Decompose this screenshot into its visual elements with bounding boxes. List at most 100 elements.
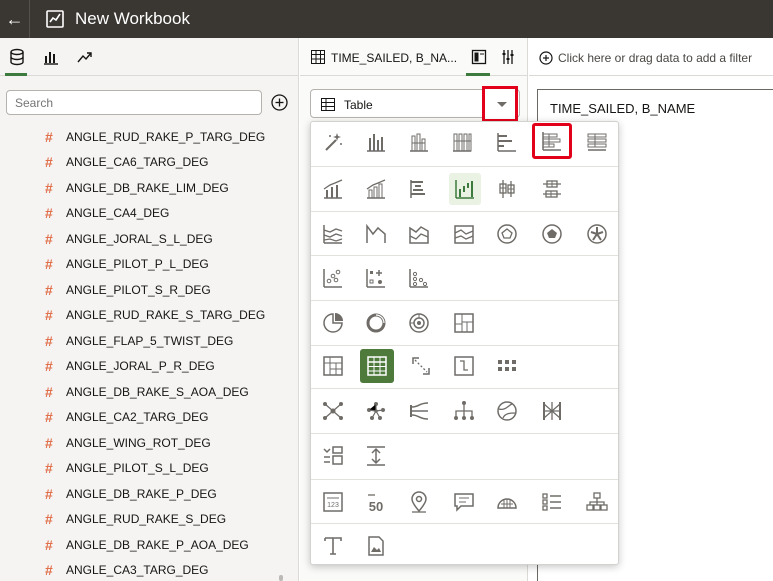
correlation-matrix-icon[interactable] <box>405 350 437 382</box>
viz-row-text-image <box>311 524 618 566</box>
range-icon[interactable] <box>360 440 392 472</box>
stacked-area-icon[interactable] <box>403 218 435 250</box>
waterfall-chart-icon[interactable] <box>449 173 481 205</box>
measure-hash-icon: # <box>45 562 53 579</box>
properties-sliders-icon[interactable] <box>500 49 516 65</box>
radar-bar-icon[interactable] <box>581 218 613 250</box>
field-label: ANGLE_JORAL_P_R_DEG <box>66 359 215 374</box>
text-box-chat-icon[interactable] <box>448 486 480 518</box>
measure-hash-icon: # <box>45 332 53 349</box>
parallel-sets-icon[interactable] <box>536 395 568 427</box>
field-item[interactable]: # ANGLE_DB_RAKE_LIM_DEG <box>0 175 290 201</box>
horizontal-stacked-100-bar-icon[interactable] <box>581 126 613 158</box>
filter-bar[interactable]: Click here or drag data to add a filter <box>529 38 773 76</box>
scatter-icon[interactable] <box>317 262 349 294</box>
image-icon[interactable] <box>360 530 392 562</box>
viz-type-dropdown-button[interactable] <box>482 86 518 122</box>
field-item[interactable]: # ANGLE_DB_RAKE_S_AOA_DEG <box>0 379 290 405</box>
measure-hash-icon: # <box>45 256 53 273</box>
text-icon[interactable] <box>317 530 349 562</box>
pie-chart-icon[interactable] <box>317 307 349 339</box>
tile-123-icon[interactable]: 123 <box>317 486 349 518</box>
top-bar: ← New Workbook <box>0 0 773 38</box>
sankey-icon[interactable] <box>403 395 435 427</box>
field-item[interactable]: # ANGLE_WING_ROT_DEG <box>0 430 290 456</box>
horizontal-bar-icon[interactable] <box>491 126 523 158</box>
stacked-bar-icon[interactable] <box>403 126 435 158</box>
field-item[interactable]: # ANGLE_RUD_RAKE_S_TARG_DEG <box>0 303 290 329</box>
field-list: # ANGLE_RUD_RAKE_P_TARG_DEG # ANGLE_CA6_TAR… <box>0 124 290 581</box>
list-view-icon[interactable] <box>317 440 349 472</box>
field-label: ANGLE_CA3_TARG_DEG <box>66 563 209 578</box>
field-label: ANGLE_RUD_RAKE_S_TARG_DEG <box>66 308 266 323</box>
treemap-icon[interactable] <box>448 307 480 339</box>
analytics-tab-icon[interactable] <box>76 48 94 66</box>
field-item[interactable]: # ANGLE_PILOT_S_R_DEG <box>0 277 290 303</box>
visualizations-tab-icon[interactable] <box>42 48 60 66</box>
grammar-properties-icon[interactable] <box>471 49 487 65</box>
field-label: ANGLE_PILOT_S_R_DEG <box>66 282 211 297</box>
search-input[interactable] <box>6 90 262 115</box>
measure-hash-icon: # <box>45 485 53 502</box>
gauge-grid-icon[interactable] <box>491 486 523 518</box>
sunburst-icon[interactable] <box>403 307 435 339</box>
network-icon[interactable] <box>317 395 349 427</box>
boxplot-icon[interactable] <box>491 173 523 205</box>
measure-hash-icon: # <box>45 179 53 196</box>
horizontal-stacked-bar-icon[interactable] <box>532 123 572 159</box>
field-item[interactable]: # ANGLE_DB_RAKE_P_AOA_DEG <box>0 532 290 558</box>
field-label: ANGLE_FLAP_5_TWIST_DEG <box>66 333 234 348</box>
chord-graph-icon[interactable] <box>360 395 392 427</box>
field-item[interactable]: # ANGLE_JORAL_S_L_DEG <box>0 226 290 252</box>
field-item[interactable]: # ANGLE_CA3_TARG_DEG <box>0 558 290 581</box>
map-pin-icon[interactable] <box>403 486 435 518</box>
field-label: ANGLE_DB_RAKE_P_AOA_DEG <box>66 537 249 552</box>
field-item[interactable]: # ANGLE_RUD_RAKE_S_DEG <box>0 507 290 533</box>
radar-area-icon[interactable] <box>536 218 568 250</box>
field-item[interactable]: # ANGLE_PILOT_S_L_DEG <box>0 456 290 482</box>
pivot-table-icon[interactable] <box>317 350 349 382</box>
combo-stacked-line-icon[interactable] <box>360 173 392 205</box>
field-item[interactable]: # ANGLE_RUD_RAKE_P_TARG_DEG <box>0 124 290 150</box>
measure-hash-icon: # <box>45 128 53 145</box>
svg-text:50: 50 <box>369 499 383 514</box>
radar-line-icon[interactable] <box>491 218 523 250</box>
hierarchy-tree-icon[interactable] <box>581 486 613 518</box>
horizontal-waterfall-icon[interactable] <box>403 173 435 205</box>
back-arrow-icon[interactable]: ← <box>0 0 30 38</box>
dot-plot-icon[interactable] <box>403 262 435 294</box>
stacked-100-bar-icon[interactable] <box>446 126 478 158</box>
area-chart-icon[interactable] <box>360 218 392 250</box>
line-chart-icon[interactable] <box>317 218 349 250</box>
combo-bar-line-icon[interactable] <box>317 173 349 205</box>
scatter-grid-icon[interactable] <box>360 262 392 294</box>
tile-grid-icon[interactable] <box>491 350 523 382</box>
field-label: ANGLE_RUD_RAKE_P_TARG_DEG <box>66 129 266 144</box>
horizontal-boxplot-icon[interactable] <box>536 173 568 205</box>
scrollbar[interactable] <box>279 575 283 581</box>
chord-diagram-icon[interactable] <box>491 395 523 427</box>
field-item[interactable]: # ANGLE_PILOT_P_L_DEG <box>0 252 290 278</box>
measure-hash-icon: # <box>45 281 53 298</box>
field-item[interactable]: # ANGLE_CA6_TARG_DEG <box>0 150 290 176</box>
field-item[interactable]: # ANGLE_CA4_DEG <box>0 201 290 227</box>
kpi-50-icon[interactable]: 50 <box>360 486 392 518</box>
table-icon[interactable] <box>360 349 394 383</box>
parallel-coordinates-icon[interactable] <box>448 350 480 382</box>
field-item[interactable]: # ANGLE_CA2_TARG_DEG <box>0 405 290 431</box>
add-data-plus-icon[interactable] <box>270 93 289 112</box>
field-item[interactable]: # ANGLE_JORAL_P_R_DEG <box>0 354 290 380</box>
bar-chart-icon[interactable] <box>360 126 392 158</box>
data-panel-tabs <box>0 38 299 76</box>
auto-visualization-wand-icon[interactable] <box>317 126 349 158</box>
field-item[interactable]: # ANGLE_DB_RAKE_P_DEG <box>0 481 290 507</box>
field-label: ANGLE_DB_RAKE_LIM_DEG <box>66 180 229 195</box>
bulleted-list-icon[interactable] <box>536 486 568 518</box>
donut-chart-icon[interactable] <box>360 307 392 339</box>
data-tab-database-icon[interactable] <box>8 48 26 66</box>
tree-diagram-icon[interactable] <box>448 395 480 427</box>
viz-row-pie <box>311 301 618 346</box>
stacked-100-area-icon[interactable] <box>448 218 480 250</box>
field-label: ANGLE_PILOT_S_L_DEG <box>66 461 209 476</box>
field-item[interactable]: # ANGLE_FLAP_5_TWIST_DEG <box>0 328 290 354</box>
